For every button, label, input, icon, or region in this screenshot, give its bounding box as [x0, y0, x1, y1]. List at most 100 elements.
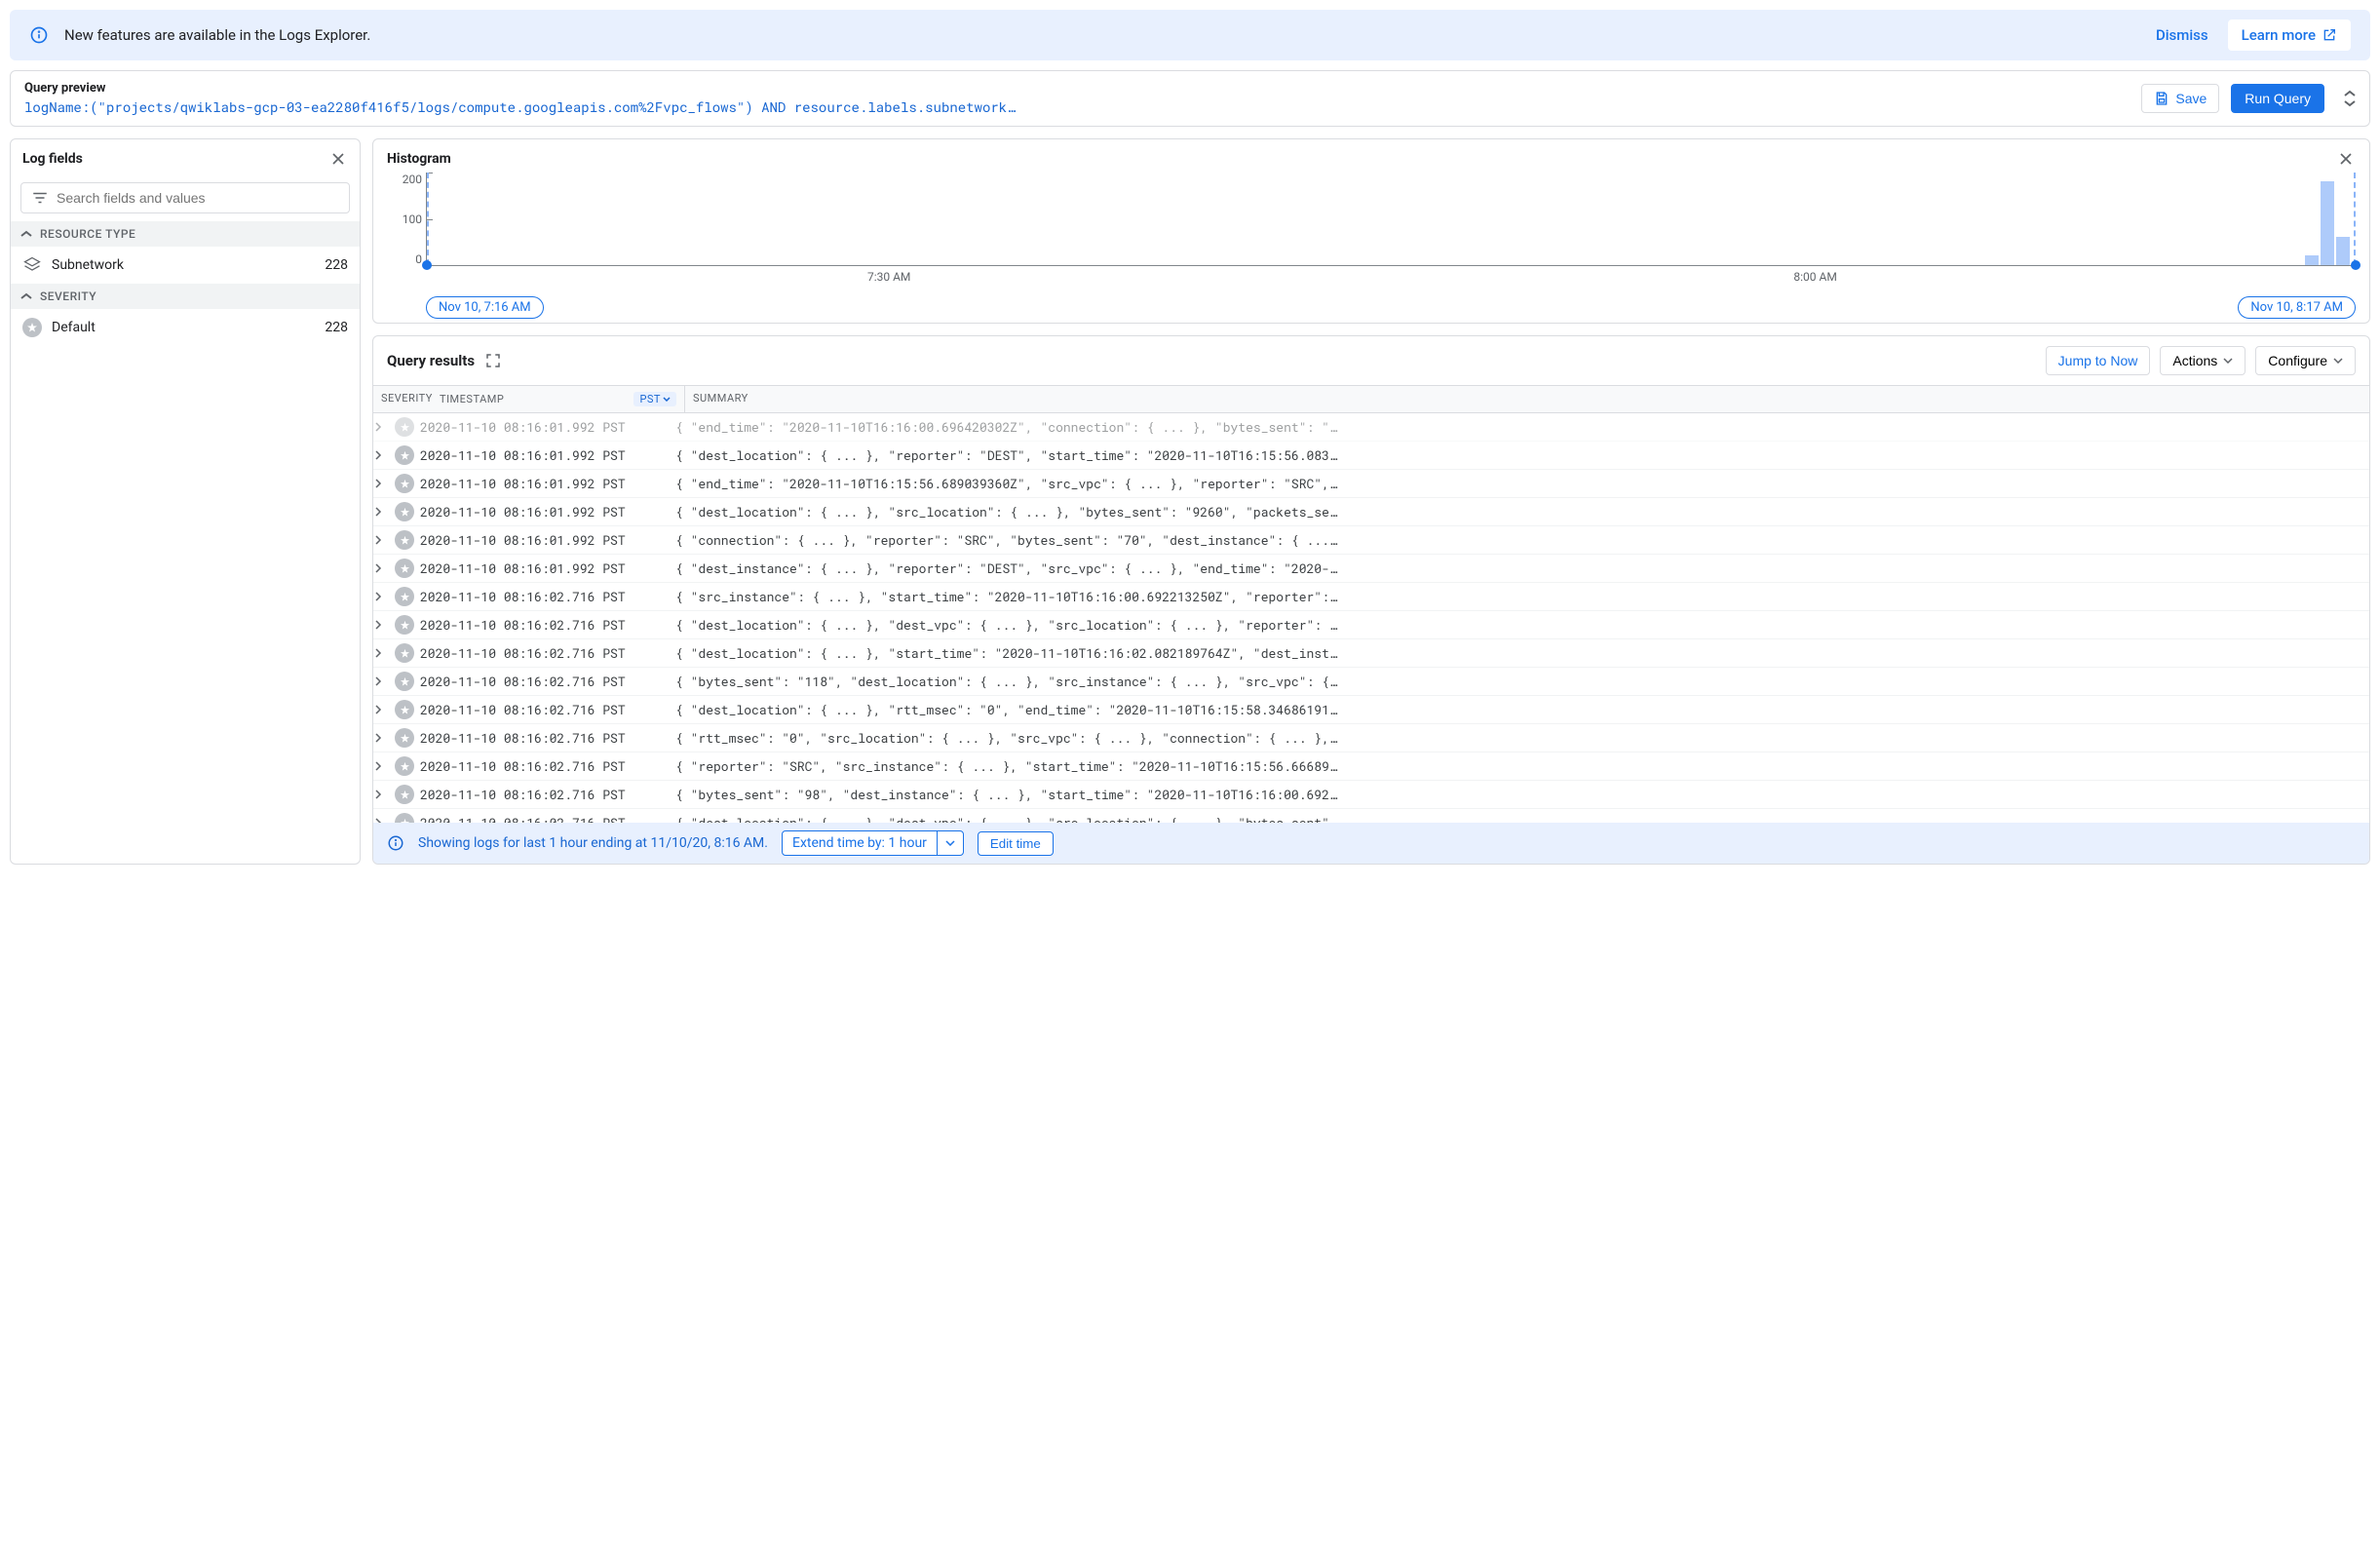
log-timestamp: 2020-11-10 08:16:01.992 PST — [420, 475, 666, 492]
time-range-start-chip[interactable]: Nov 10, 7:16 AM — [426, 296, 544, 319]
log-row[interactable]: 2020-11-10 08:16:02.716 PST{ "dest_locat… — [373, 696, 2369, 724]
log-rows-container[interactable]: 2020-11-10 08:16:01.992 PST{ "end_time":… — [373, 413, 2369, 823]
histogram-bar — [2336, 237, 2350, 265]
log-row[interactable]: 2020-11-10 08:16:02.716 PST{ "dest_locat… — [373, 809, 2369, 823]
log-row[interactable]: 2020-11-10 08:16:01.992 PST{ "end_time":… — [373, 413, 2369, 442]
log-summary: { "dest_location": { ... }, "src_locatio… — [666, 503, 2369, 520]
expand-row-button[interactable] — [373, 620, 395, 630]
actions-button[interactable]: Actions — [2160, 346, 2246, 375]
chevron-right-icon — [373, 422, 383, 432]
results-footer: Showing logs for last 1 hour ending at 1… — [373, 823, 2369, 864]
field-row[interactable]: Subnetwork228 — [11, 247, 360, 284]
expand-row-button[interactable] — [373, 676, 395, 686]
log-row[interactable]: 2020-11-10 08:16:02.716 PST{ "bytes_sent… — [373, 668, 2369, 696]
col-summary[interactable]: SUMMARY — [685, 386, 2369, 412]
info-icon — [387, 834, 404, 852]
log-summary: { "dest_location": { ... }, "start_time"… — [666, 644, 2369, 662]
expand-row-button[interactable] — [373, 535, 395, 545]
x-tick-label: 7:30 AM — [867, 270, 910, 284]
log-timestamp: 2020-11-10 08:16:02.716 PST — [420, 729, 666, 747]
log-timestamp: 2020-11-10 08:16:01.992 PST — [420, 559, 666, 577]
log-timestamp: 2020-11-10 08:16:01.992 PST — [420, 531, 666, 549]
default-severity-icon — [395, 756, 414, 776]
expand-row-button[interactable] — [373, 563, 395, 573]
run-query-button[interactable]: Run Query — [2231, 84, 2324, 113]
expand-toggle[interactable] — [2344, 90, 2356, 107]
fullscreen-button[interactable] — [484, 352, 502, 369]
log-fields-panel: Log fields RESOURCE TYPESubnetwork228SEV… — [10, 138, 361, 865]
col-severity[interactable]: SEVERITY — [373, 386, 432, 412]
expand-row-button[interactable] — [373, 592, 395, 601]
expand-row-button[interactable] — [373, 705, 395, 714]
col-timestamp-label: TIMESTAMP — [440, 393, 504, 405]
log-timestamp: 2020-11-10 08:16:02.716 PST — [420, 673, 666, 690]
expand-row-button[interactable] — [373, 422, 395, 432]
log-row[interactable]: 2020-11-10 08:16:01.992 PST{ "dest_locat… — [373, 498, 2369, 526]
extend-time-label: Extend time by: 1 hour — [783, 831, 938, 855]
chevron-right-icon — [373, 733, 383, 743]
jump-to-now-button[interactable]: Jump to Now — [2046, 346, 2151, 375]
log-row[interactable]: 2020-11-10 08:16:01.992 PST{ "dest_insta… — [373, 555, 2369, 583]
edit-time-button[interactable]: Edit time — [978, 831, 1054, 856]
log-timestamp: 2020-11-10 08:16:02.716 PST — [420, 757, 666, 775]
field-section-header[interactable]: RESOURCE TYPE — [11, 221, 360, 247]
log-timestamp: 2020-11-10 08:16:02.716 PST — [420, 588, 666, 605]
timezone-chip[interactable]: PST — [633, 392, 676, 406]
extend-time-dropdown[interactable] — [938, 831, 963, 855]
search-fields-text[interactable] — [57, 190, 339, 206]
query-preview-text[interactable]: logName:("projects/qwiklabs-gcp-03-ea228… — [24, 97, 2130, 116]
log-row[interactable]: 2020-11-10 08:16:01.992 PST{ "dest_locat… — [373, 442, 2369, 470]
range-end-handle[interactable] — [2351, 260, 2361, 270]
log-timestamp: 2020-11-10 08:16:02.716 PST — [420, 701, 666, 718]
query-results-title: Query results — [387, 352, 475, 369]
expand-row-button[interactable] — [373, 479, 395, 488]
log-row[interactable]: 2020-11-10 08:16:01.992 PST{ "connection… — [373, 526, 2369, 555]
log-summary: { "src_instance": { ... }, "start_time":… — [666, 588, 2369, 605]
log-row[interactable]: 2020-11-10 08:16:02.716 PST{ "reporter":… — [373, 752, 2369, 781]
chevron-right-icon — [373, 507, 383, 517]
y-tick-label: 100 — [403, 212, 422, 226]
histogram-chart[interactable] — [426, 173, 2356, 266]
x-axis-labels: 7:30 AM8:00 AM — [426, 270, 2356, 289]
search-fields-input[interactable] — [20, 182, 350, 213]
log-row[interactable]: 2020-11-10 08:16:02.716 PST{ "dest_locat… — [373, 639, 2369, 668]
configure-button[interactable]: Configure — [2255, 346, 2356, 375]
field-section-header[interactable]: SEVERITY — [11, 284, 360, 309]
log-row[interactable]: 2020-11-10 08:16:02.716 PST{ "bytes_sent… — [373, 781, 2369, 809]
log-summary: { "dest_location": { ... }, "reporter": … — [666, 446, 2369, 464]
extend-time-button[interactable]: Extend time by: 1 hour — [782, 830, 964, 856]
log-summary: { "bytes_sent": "98", "dest_instance": {… — [666, 786, 2369, 803]
default-severity-icon — [395, 587, 414, 606]
default-severity-icon — [395, 615, 414, 635]
close-log-fields-button[interactable] — [328, 149, 348, 169]
expand-row-button[interactable] — [373, 733, 395, 743]
expand-row-button[interactable] — [373, 507, 395, 517]
log-summary: { "dest_location": { ... }, "dest_vpc": … — [666, 616, 2369, 634]
chevron-right-icon — [373, 648, 383, 658]
expand-row-button[interactable] — [373, 648, 395, 658]
close-histogram-button[interactable] — [2336, 149, 2356, 169]
results-column-headers: SEVERITY TIMESTAMP PST SUMMARY — [373, 385, 2369, 413]
expand-row-button[interactable] — [373, 761, 395, 771]
log-row[interactable]: 2020-11-10 08:16:02.716 PST{ "src_instan… — [373, 583, 2369, 611]
learn-more-button[interactable]: Learn more — [2228, 19, 2351, 51]
layers-icon — [22, 255, 42, 275]
col-timestamp[interactable]: TIMESTAMP PST — [432, 386, 685, 412]
log-summary: { "end_time": "2020-11-10T16:15:56.68903… — [666, 475, 2369, 492]
expand-row-button[interactable] — [373, 450, 395, 460]
log-timestamp: 2020-11-10 08:16:02.716 PST — [420, 786, 666, 803]
range-start-line — [427, 173, 429, 265]
log-row[interactable]: 2020-11-10 08:16:02.716 PST{ "dest_locat… — [373, 611, 2369, 639]
field-row[interactable]: Default228 — [11, 309, 360, 346]
range-start-handle[interactable] — [422, 260, 432, 270]
log-timestamp: 2020-11-10 08:16:01.992 PST — [420, 503, 666, 520]
expand-row-button[interactable] — [373, 790, 395, 799]
log-row[interactable]: 2020-11-10 08:16:01.992 PST{ "end_time":… — [373, 470, 2369, 498]
time-range-end-chip[interactable]: Nov 10, 8:17 AM — [2238, 296, 2356, 319]
dismiss-button[interactable]: Dismiss — [2156, 26, 2208, 44]
default-severity-icon — [395, 643, 414, 663]
log-row[interactable]: 2020-11-10 08:16:02.716 PST{ "rtt_msec":… — [373, 724, 2369, 752]
default-severity-icon — [395, 445, 414, 465]
histogram-bars — [2305, 181, 2350, 265]
save-button[interactable]: Save — [2141, 84, 2219, 113]
